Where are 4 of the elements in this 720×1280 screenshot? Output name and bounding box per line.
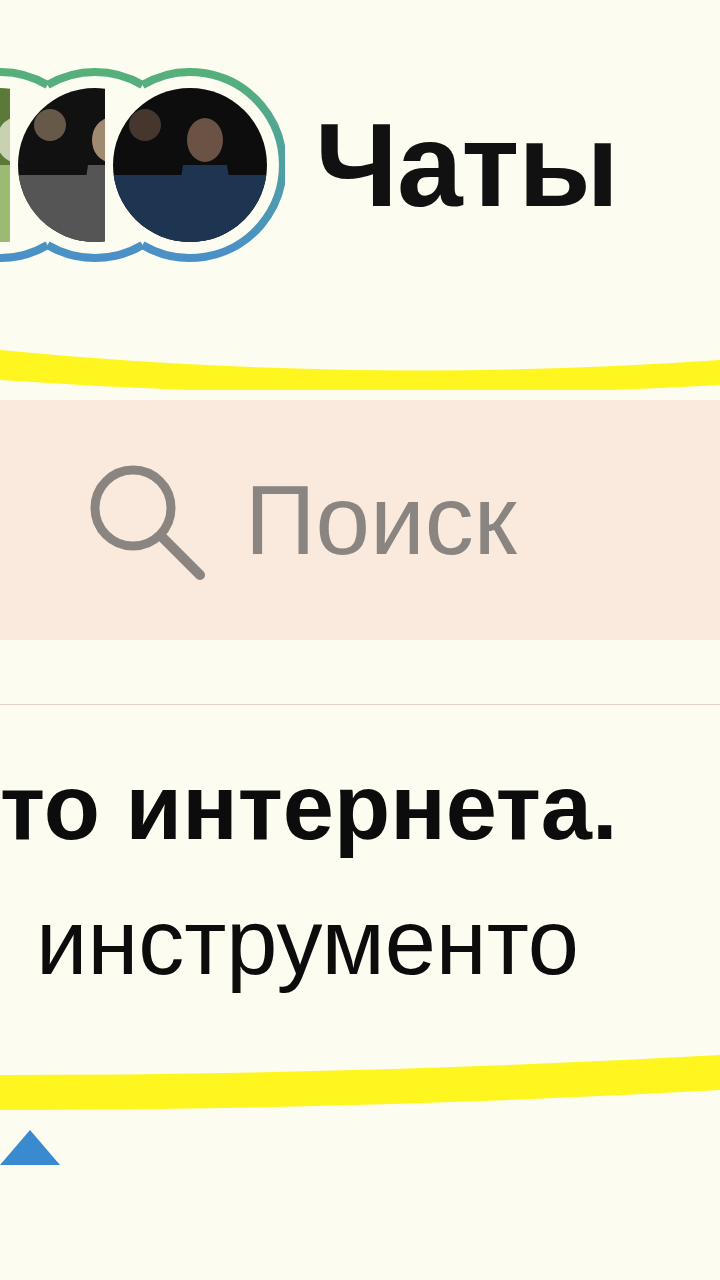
screen-title: Чаты <box>315 98 619 233</box>
search-field[interactable]: Поиск <box>0 400 720 640</box>
chat-message: инструменто <box>35 890 580 995</box>
chat-title: то интернета. <box>0 755 619 860</box>
